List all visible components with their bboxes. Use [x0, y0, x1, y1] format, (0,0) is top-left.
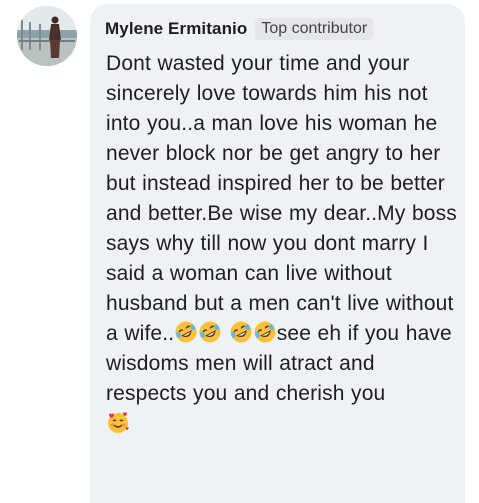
rolling-on-floor-laughing-icon [198, 320, 222, 344]
avatar[interactable] [17, 6, 77, 66]
comment-text: Dont wasted your time and your sincerely… [106, 49, 458, 439]
smiling-face-with-hearts-icon [106, 410, 130, 434]
comment-thread: Mylene Ermitanio Top contributor Dont wa… [0, 0, 479, 503]
rolling-on-floor-laughing-icon [253, 320, 277, 344]
avatar-photo-icon [17, 6, 77, 66]
rolling-on-floor-laughing-icon [229, 320, 253, 344]
comment-header: Mylene Ermitanio Top contributor [105, 18, 374, 40]
rolling-on-floor-laughing-icon [174, 320, 198, 344]
comment-text-part-1: Dont wasted your time and your sincerely… [106, 52, 457, 345]
top-contributor-badge[interactable]: Top contributor [255, 18, 374, 40]
author-name[interactable]: Mylene Ermitanio [105, 19, 247, 39]
